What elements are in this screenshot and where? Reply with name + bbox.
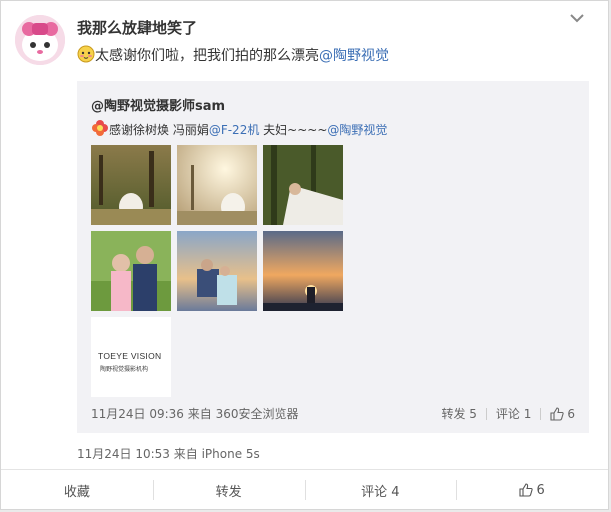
mention-link[interactable]: @陶野视觉 (319, 48, 389, 64)
mention-link[interactable]: @F-22机 (209, 123, 260, 137)
repost-text-tail: 夫妇~~~~ (259, 123, 328, 137)
logo-text: TOEYE VISION (98, 351, 162, 361)
shy-face-emoji-icon (77, 45, 95, 63)
photo-thumbnail[interactable] (263, 231, 343, 311)
post-text: 太感谢你们啦，把我们拍的那么漂亮@陶野视觉 (77, 45, 389, 65)
post-meta: 11月24日 10:53 来自 iPhone 5s (77, 445, 260, 462)
comment-button[interactable]: 评论 4 (304, 470, 457, 510)
repost-box: @陶野视觉摄影师sam 感谢徐树焕 冯丽娟@F-22机 夫妇~~~~@陶野视觉 (77, 81, 589, 433)
repost-meta: 11月24日 09:36 来自 360安全浏览器 (91, 405, 299, 422)
chevron-down-icon[interactable] (568, 9, 586, 27)
repost-text-body: 感谢徐树焕 冯丽娟 (109, 123, 209, 137)
like-button[interactable]: 6 (456, 470, 608, 510)
photo-thumbnail[interactable] (91, 231, 171, 311)
forward-button[interactable]: 转发 (152, 470, 305, 510)
repost-timestamp[interactable]: 11月24日 09:36 (91, 407, 184, 421)
repost-like-count: 6 (567, 406, 575, 421)
avatar[interactable] (15, 15, 65, 65)
like-count: 6 (536, 482, 545, 498)
photo-thumbnail[interactable] (263, 145, 343, 225)
repost-actions: 转发 5 评论 1 6 (441, 405, 575, 422)
forward-label: 转发 (215, 484, 242, 500)
repost-forward-button[interactable]: 转发 5 (441, 405, 476, 422)
repost-author[interactable]: @陶野视觉摄影师sam (91, 95, 225, 114)
flower-emoji-icon (92, 120, 108, 136)
photo-thumbnail[interactable] (91, 145, 171, 225)
thumbs-up-icon (550, 406, 565, 421)
photo-thumbnail[interactable] (177, 231, 257, 311)
post-source: 来自 iPhone 5s (173, 447, 260, 461)
photo-thumbnail[interactable] (177, 145, 257, 225)
post-timestamp[interactable]: 11月24日 10:53 (77, 447, 170, 461)
post-author[interactable]: 我那么放肆地笑了 (77, 17, 197, 38)
repost-like-button[interactable]: 6 (550, 407, 575, 421)
comment-label: 评论 4 (361, 484, 400, 500)
thumbs-up-icon (519, 483, 534, 497)
favorite-button[interactable]: 收藏 (1, 470, 153, 510)
post-text-body: 太感谢你们啦，把我们拍的那么漂亮 (95, 48, 319, 64)
logo-subtext: 陶野视觉摄影机构 (100, 366, 149, 373)
weibo-card: 我那么放肆地笑了 太感谢你们啦，把我们拍的那么漂亮@陶野视觉 @陶野视觉摄影师s… (0, 0, 609, 510)
action-bar: 收藏 转发 评论 4 6 (1, 469, 608, 510)
repost-source: 来自 360安全浏览器 (187, 407, 299, 421)
repost-comment-button[interactable]: 评论 1 (496, 405, 531, 422)
repost-text: 感谢徐树焕 冯丽娟@F-22机 夫妇~~~~@陶野视觉 (91, 119, 387, 138)
mention-link[interactable]: @陶野视觉 (327, 123, 387, 137)
photo-thumbnail-logo[interactable]: TOEYE VISION 陶野视觉摄影机构 (91, 317, 171, 397)
favorite-label: 收藏 (63, 484, 90, 500)
